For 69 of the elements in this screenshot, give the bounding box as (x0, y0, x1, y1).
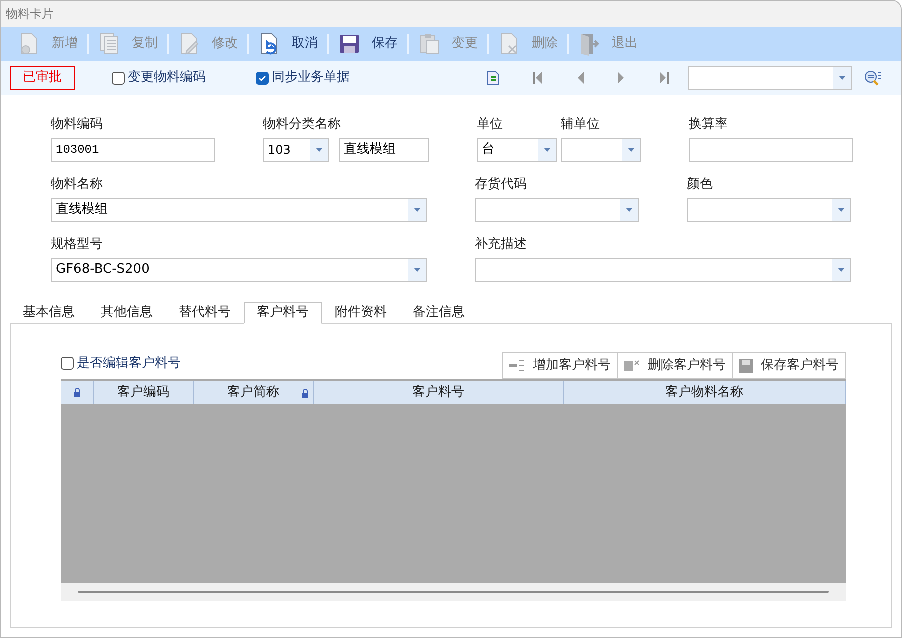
tab[interactable]: 其他信息 (88, 302, 166, 324)
lock-icon (302, 389, 309, 398)
tab[interactable]: 备注信息 (400, 302, 478, 324)
text-field[interactable]: 103001 (51, 138, 215, 162)
dropdown-field[interactable]: 台 (477, 138, 557, 162)
column-header[interactable]: 客户料号 (314, 381, 564, 404)
tab[interactable]: 替代料号 (166, 302, 244, 324)
field-label: 存货代码 (475, 176, 528, 194)
caret-icon (838, 76, 846, 80)
next-icon[interactable] (617, 72, 627, 84)
caret-icon (544, 148, 550, 152)
dropdown-field[interactable]: 直线模组 (51, 198, 427, 222)
field-label: 换算率 (689, 116, 729, 134)
field-label: 辅单位 (561, 116, 601, 134)
dropdown-field[interactable]: GF68-BC-S200 (51, 258, 427, 282)
window-title: 物料卡片 (6, 6, 54, 23)
caret-icon (626, 208, 632, 212)
dropdown-field[interactable]: 103 (263, 138, 329, 162)
checkbox[interactable] (61, 356, 74, 370)
checkbox-label: 变更物料编码 (128, 69, 206, 88)
exit-door-icon (578, 32, 602, 56)
column-header[interactable]: 客户编码 (94, 381, 194, 404)
caret-icon (838, 268, 844, 272)
field-label: 颜色 (687, 176, 714, 194)
first-icon[interactable] (533, 72, 543, 84)
horizontal-scrollbar[interactable] (61, 583, 846, 601)
tab[interactable]: 基本信息 (10, 302, 88, 324)
status-badge: 已审批 (10, 66, 75, 90)
caret-icon (838, 208, 844, 212)
field-label: 物料分类名称 (263, 116, 342, 134)
field-label: 物料编码 (51, 116, 104, 134)
field-label: 补充描述 (475, 236, 528, 254)
refresh-document-icon[interactable] (487, 70, 500, 86)
caret-icon (628, 148, 634, 152)
checkbox-label: 是否编辑客户料号 (77, 354, 181, 372)
panel-button[interactable]: 保存客户料号 (732, 352, 846, 379)
lock-icon (74, 388, 80, 397)
checkbox[interactable] (256, 72, 269, 84)
tab[interactable]: 客户料号 (244, 302, 322, 324)
caret-icon (414, 208, 420, 212)
search-list-icon[interactable] (864, 70, 881, 86)
delete-row-icon (624, 360, 640, 372)
text-field[interactable] (689, 138, 853, 162)
dropdown-field[interactable] (475, 258, 851, 282)
toolbar-button[interactable]: 保存 (337, 30, 399, 58)
field-label: 单位 (477, 116, 504, 134)
dropdown-field[interactable] (561, 138, 641, 162)
checkbox[interactable] (112, 72, 125, 84)
field-label: 规格型号 (51, 236, 104, 254)
dropdown-field[interactable] (687, 198, 851, 222)
toolbar-button[interactable]: 取消 (257, 30, 319, 58)
record-dropdown[interactable] (688, 66, 852, 90)
caret-icon (316, 148, 322, 152)
last-icon[interactable] (659, 72, 669, 84)
dropdown-field[interactable] (475, 198, 639, 222)
text-field[interactable]: 直线模组 (339, 138, 429, 162)
checkmark-icon (258, 74, 267, 82)
checkbox-label: 同步业务单据 (272, 69, 350, 88)
add-row-icon (509, 360, 525, 372)
save-icon (338, 32, 362, 56)
field-label: 物料名称 (51, 176, 104, 194)
tab[interactable]: 附件资料 (322, 302, 400, 324)
save-icon (739, 358, 753, 372)
panel-button[interactable]: 增加客户料号 (502, 352, 618, 379)
column-header[interactable]: 客户简称 (194, 381, 314, 404)
clipboard-icon (418, 32, 442, 56)
caret-icon (414, 268, 420, 272)
panel-button[interactable]: 删除客户料号 (617, 352, 733, 379)
column-header[interactable]: 客户物料名称 (564, 381, 846, 404)
